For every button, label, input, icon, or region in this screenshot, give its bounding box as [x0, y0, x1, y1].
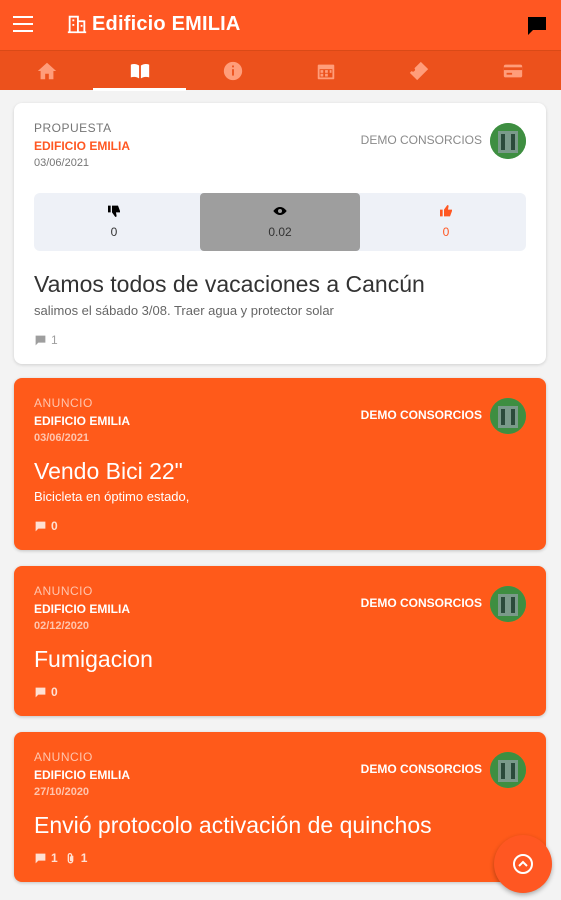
- vote-down-count: 0: [110, 225, 118, 239]
- book-icon: [130, 63, 149, 79]
- vote-up-count: 0: [442, 225, 450, 239]
- post-category: ANUNCIO: [34, 750, 93, 764]
- eye-icon: [273, 207, 287, 215]
- post-building: EDIFICIO EMILIA: [34, 414, 130, 428]
- post-building: EDIFICIO EMILIA: [34, 768, 130, 782]
- thumbs-up-icon: [440, 205, 452, 217]
- vote-up-button[interactable]: 0: [366, 193, 526, 251]
- info-icon: [223, 61, 242, 81]
- post-title: Fumigacion: [34, 646, 153, 672]
- post-title: Envió protocolo activación de quinchos: [34, 812, 432, 838]
- thumbs-down-icon: [108, 205, 120, 217]
- comment-icon: [35, 521, 46, 531]
- arrow-up-circle-icon: [513, 854, 533, 874]
- post-building: EDIFICIO EMILIA: [34, 602, 130, 616]
- attachment-count-value: 1: [80, 851, 88, 865]
- home-icon: [37, 62, 56, 80]
- views-button[interactable]: 0.02: [200, 193, 360, 251]
- app-title: Edificio EMILIA: [92, 13, 241, 35]
- avatar: [490, 586, 526, 622]
- post-author: DEMO CONSORCIOS: [360, 408, 482, 422]
- vote-down-button[interactable]: 0: [34, 193, 194, 251]
- post-category: ANUNCIO: [34, 396, 93, 410]
- post-author: DEMO CONSORCIOS: [360, 762, 482, 776]
- comment-count-value: 1: [51, 333, 58, 347]
- comment-count[interactable]: 0: [34, 685, 58, 699]
- post-date: 03/06/2021: [34, 157, 90, 169]
- comment-icon: [35, 853, 46, 863]
- post-author: DEMO CONSORCIOS: [360, 133, 482, 147]
- tab-calendar[interactable]: [279, 51, 372, 91]
- avatar: [490, 398, 526, 434]
- post-date: 27/10/2020: [34, 786, 90, 798]
- post-description: salimos el sábado 3/08. Traer agua y pro…: [34, 303, 334, 318]
- app-bar: Edificio EMILIA: [0, 0, 561, 50]
- avatar: [490, 752, 526, 788]
- comment-count-value: 0: [51, 519, 58, 533]
- active-tab-indicator: [93, 88, 186, 91]
- post-card[interactable]: ANUNCIO EDIFICIO EMILIA 02/12/2020 DEMO …: [14, 566, 546, 716]
- post-category: PROPUESTA: [34, 121, 112, 135]
- post-category: ANUNCIO: [34, 584, 93, 598]
- post-author: DEMO CONSORCIOS: [360, 596, 482, 610]
- post-building: EDIFICIO EMILIA: [34, 139, 130, 153]
- post-card[interactable]: PROPUESTA EDIFICIO EMILIA 03/06/2021 DEM…: [14, 103, 546, 364]
- tab-payments[interactable]: [465, 51, 561, 91]
- comment-count-value: 1: [51, 851, 58, 865]
- tab-bar: [0, 50, 561, 91]
- comment-icon: [35, 687, 46, 697]
- post-description: Bicicleta en óptimo estado,: [34, 489, 190, 504]
- comment-icon: [35, 335, 46, 345]
- avatar: [490, 123, 526, 159]
- post-date: 02/12/2020: [34, 620, 90, 632]
- calendar-icon: [317, 64, 334, 80]
- post-date: 03/06/2021: [34, 432, 90, 444]
- chat-icon[interactable]: [525, 14, 549, 38]
- building-icon: [67, 15, 87, 34]
- tab-home[interactable]: [0, 51, 93, 91]
- comment-count[interactable]: 0: [34, 519, 58, 533]
- card-icon: [503, 64, 523, 78]
- tab-tickets[interactable]: [372, 51, 465, 91]
- views-count: 0.02: [268, 225, 292, 239]
- vote-bar: 0 0.02 0: [34, 193, 526, 251]
- tab-board[interactable]: [93, 51, 186, 91]
- comment-count[interactable]: 1: [34, 333, 58, 347]
- ticket-icon: [409, 61, 428, 81]
- comment-count[interactable]: 1 1: [34, 851, 87, 865]
- scroll-top-button[interactable]: [494, 835, 552, 893]
- comment-count-value: 0: [51, 685, 58, 699]
- post-card[interactable]: ANUNCIO EDIFICIO EMILIA 27/10/2020 DEMO …: [14, 732, 546, 882]
- attachment-icon: [67, 852, 74, 863]
- post-title: Vamos todos de vacaciones a Cancún: [34, 271, 425, 297]
- tab-info[interactable]: [186, 51, 279, 91]
- post-title: Vendo Bici 22": [34, 458, 183, 484]
- post-card[interactable]: ANUNCIO EDIFICIO EMILIA 03/06/2021 DEMO …: [14, 378, 546, 550]
- menu-icon[interactable]: [13, 16, 33, 34]
